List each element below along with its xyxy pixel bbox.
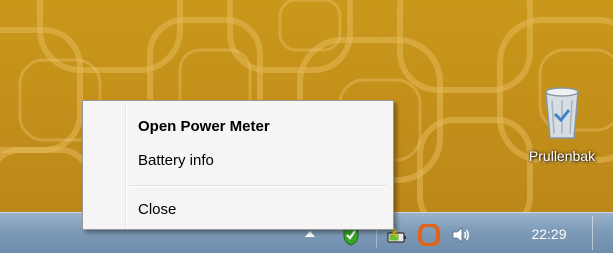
recycle-bin-label: Prullenbak: [528, 148, 596, 164]
tray-context-menu: Open Power Meter Battery info Close: [82, 100, 394, 230]
orange-app-icon[interactable]: [418, 224, 440, 246]
menu-item-label: Battery info: [138, 152, 214, 169]
desktop-screen: Prullenbak 22:29 Open Power Meter Batter…: [0, 0, 613, 253]
menu-item-close[interactable]: Close: [86, 197, 390, 223]
volume-icon[interactable]: [450, 224, 472, 246]
recycle-bin-icon: [545, 87, 579, 139]
menu-item-open-power-meter[interactable]: Open Power Meter: [86, 114, 390, 140]
show-hidden-icons-arrow-icon[interactable]: [305, 231, 315, 237]
menu-separator: [129, 185, 387, 187]
show-desktop-divider: [592, 216, 593, 250]
taskbar-clock[interactable]: 22:29: [524, 224, 574, 244]
recycle-bin-desktop-icon[interactable]: Prullenbak: [512, 84, 612, 174]
menu-item-label: Close: [138, 201, 177, 218]
menu-item-battery-info[interactable]: Battery info: [86, 148, 390, 174]
menu-item-label: Open Power Meter: [138, 118, 270, 135]
